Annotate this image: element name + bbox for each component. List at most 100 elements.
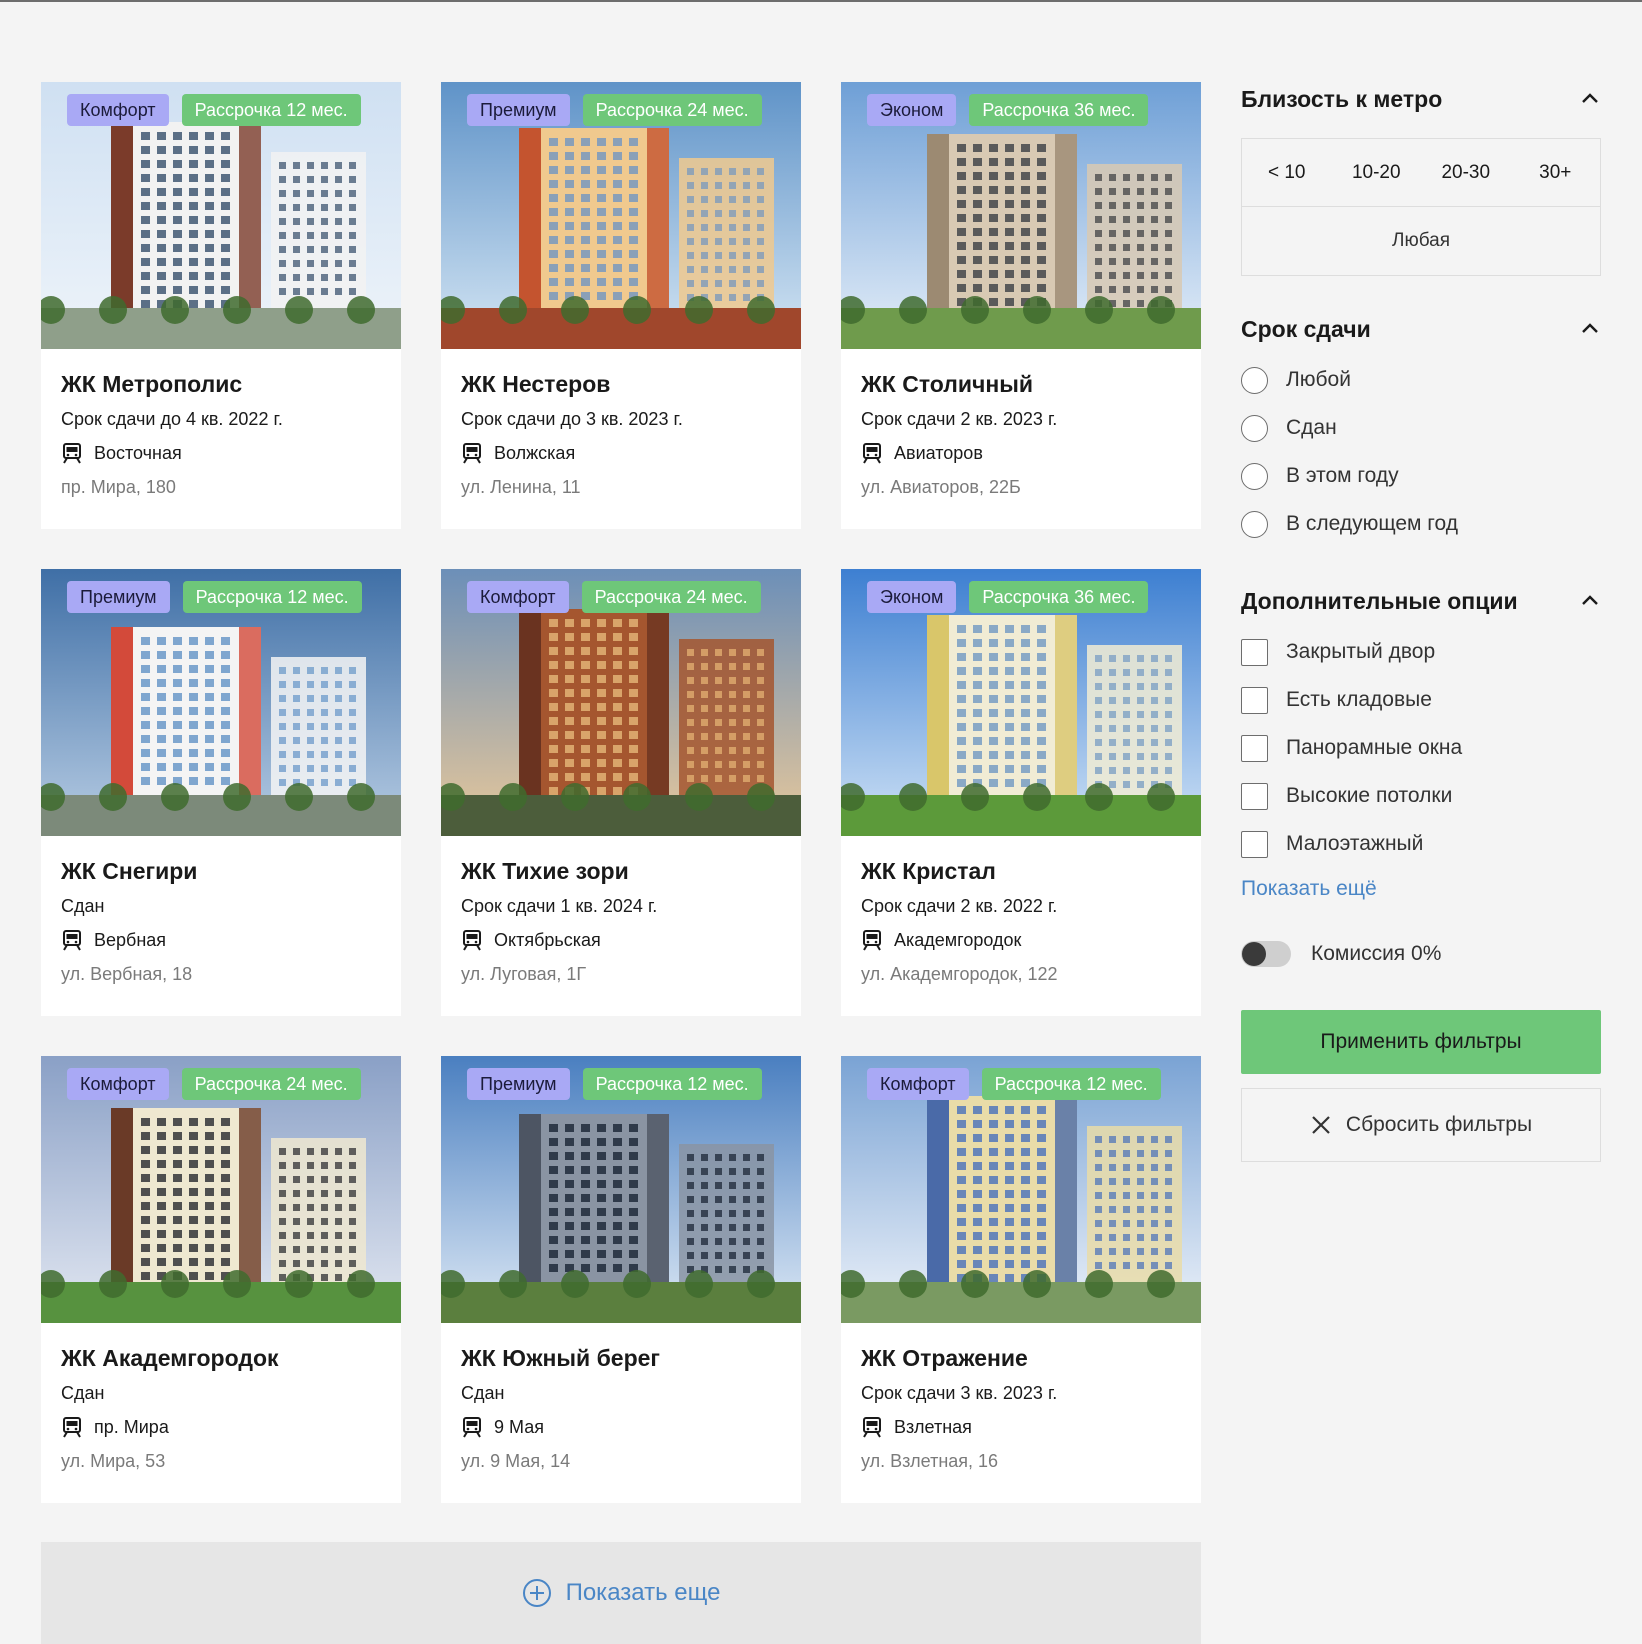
metro-option[interactable]: 30+ [1511, 139, 1601, 206]
metro-station: Октябрьская [494, 929, 601, 950]
checkbox-label: Панорамные окна [1286, 736, 1463, 759]
commission-label: Комиссия 0% [1311, 942, 1442, 965]
complex-card[interactable]: Премиум Рассрочка 24 мес. ЖК Нестеров Ср… [441, 82, 801, 529]
extra-checkbox[interactable]: Закрытый двор [1241, 628, 1601, 676]
complex-address: ул. Луговая, 1Г [461, 964, 587, 984]
extra-checkbox[interactable]: Малоэтажный [1241, 820, 1601, 868]
metro-option[interactable]: < 10 [1242, 139, 1332, 206]
deadline-filter-header[interactable]: Срок сдачи [1241, 312, 1601, 346]
metro-train-icon [461, 442, 483, 464]
complex-address: ул. Мира, 53 [61, 1451, 166, 1471]
metro-option-any[interactable]: Любая [1242, 207, 1600, 275]
extra-checkbox[interactable]: Есть кладовые [1241, 676, 1601, 724]
complex-title[interactable]: ЖК Академгородок [61, 1343, 381, 1373]
chevron-up-icon[interactable] [1579, 88, 1601, 110]
installment-badge: Рассрочка 24 мес. [181, 1068, 361, 1100]
complex-title[interactable]: ЖК Отражение [861, 1343, 1181, 1373]
metro-station: Вербная [94, 929, 167, 950]
class-badge: Эконом [867, 581, 957, 613]
commission-toggle[interactable] [1241, 941, 1291, 967]
extra-filter-title: Дополнительные опции [1241, 587, 1518, 614]
installment-badge: Рассрочка 12 мес. [981, 1068, 1161, 1100]
metro-option[interactable]: 10-20 [1332, 139, 1422, 206]
completion-date: Срок сдачи 1 кв. 2024 г. [461, 896, 658, 916]
checkbox[interactable] [1241, 830, 1268, 858]
class-badge: Премиум [467, 94, 570, 126]
chevron-up-icon[interactable] [1579, 318, 1601, 340]
checkbox-label: Высокие потолки [1286, 784, 1453, 807]
filters-sidebar: Близость к метро < 10 10-20 20-30 30+ Лю… [1241, 82, 1601, 1162]
extra-options: Закрытый двор Есть кладовые Панорамные о… [1241, 628, 1601, 868]
completion-date: Сдан [61, 1383, 105, 1403]
radio-button[interactable] [1241, 510, 1268, 538]
checkbox[interactable] [1241, 734, 1268, 762]
class-badge: Комфорт [867, 1068, 969, 1100]
complex-card[interactable]: Эконом Рассрочка 36 мес. ЖК Кристал Срок… [841, 569, 1201, 1016]
complex-card[interactable]: Комфорт Рассрочка 24 мес. ЖК Академгород… [41, 1056, 401, 1503]
radio-button[interactable] [1241, 366, 1268, 394]
complex-title[interactable]: ЖК Метрополис [61, 369, 381, 399]
complex-grid: Комфорт Рассрочка 12 мес. ЖК Метрополис … [41, 82, 1201, 1503]
metro-station: пр. Мира [94, 1416, 169, 1437]
metro-train-icon [861, 442, 883, 464]
complex-card[interactable]: Премиум Рассрочка 12 мес. ЖК Южный берег… [441, 1056, 801, 1503]
top-border [0, 0, 1642, 2]
complex-title[interactable]: ЖК Кристал [861, 856, 1181, 886]
metro-train-icon [61, 1416, 83, 1438]
complex-card[interactable]: Комфорт Рассрочка 12 мес. ЖК Метрополис … [41, 82, 401, 529]
extra-filter-header[interactable]: Дополнительные опции [1241, 584, 1601, 618]
checkbox-label: Закрытый двор [1286, 640, 1436, 663]
class-badge: Комфорт [467, 581, 569, 613]
extra-checkbox[interactable]: Панорамные окна [1241, 724, 1601, 772]
complex-title[interactable]: ЖК Снегири [61, 856, 381, 886]
metro-station: Авиаторов [894, 442, 983, 463]
complex-card[interactable]: Премиум Рассрочка 12 мес. ЖК Снегири Сда… [41, 569, 401, 1016]
deadline-radio[interactable]: В этом году [1241, 452, 1601, 500]
installment-badge: Рассрочка 36 мес. [969, 581, 1149, 613]
class-badge: Комфорт [67, 94, 169, 126]
deadline-radio[interactable]: Любой [1241, 356, 1601, 404]
metro-station: Волжская [494, 442, 576, 463]
show-more-button[interactable]: Показать еще [41, 1542, 1201, 1644]
installment-badge: Рассрочка 24 мес. [581, 581, 761, 613]
metro-train-icon [61, 929, 83, 951]
metro-filter-title: Близость к метро [1241, 85, 1443, 112]
complex-title[interactable]: ЖК Южный берег [461, 1343, 781, 1373]
deadline-radio[interactable]: В следующем год [1241, 500, 1601, 548]
radio-button[interactable] [1241, 414, 1268, 442]
metro-station: 9 Мая [494, 1416, 544, 1437]
complex-title[interactable]: ЖК Тихие зори [461, 856, 781, 886]
completion-date: Сдан [461, 1383, 505, 1403]
metro-train-icon [861, 1416, 883, 1438]
complex-title[interactable]: ЖК Нестеров [461, 369, 781, 399]
complex-address: ул. 9 Мая, 14 [461, 1451, 571, 1471]
reset-filters-button[interactable]: Сбросить фильтры [1241, 1088, 1601, 1162]
close-icon [1310, 1114, 1332, 1136]
show-more-options-link[interactable]: Показать ещё [1241, 874, 1601, 904]
completion-date: Срок сдачи до 3 кв. 2023 г. [461, 409, 683, 429]
metro-distance-selector: < 10 10-20 20-30 30+ Любая [1241, 138, 1601, 276]
checkbox-label: Есть кладовые [1286, 688, 1432, 711]
checkbox[interactable] [1241, 686, 1268, 714]
complex-card[interactable]: Комфорт Рассрочка 12 мес. ЖК Отражение С… [841, 1056, 1201, 1503]
class-badge: Эконом [867, 94, 957, 126]
radio-label: Любой [1286, 368, 1351, 391]
checkbox[interactable] [1241, 638, 1268, 666]
deadline-radio[interactable]: Сдан [1241, 404, 1601, 452]
installment-badge: Рассрочка 12 мес. [182, 581, 362, 613]
complex-card[interactable]: Эконом Рассрочка 36 мес. ЖК Столичный Ср… [841, 82, 1201, 529]
installment-badge: Рассрочка 24 мес. [582, 94, 762, 126]
extra-checkbox[interactable]: Высокие потолки [1241, 772, 1601, 820]
show-more-label: Показать еще [565, 1579, 721, 1606]
complex-title[interactable]: ЖК Столичный [861, 369, 1181, 399]
checkbox[interactable] [1241, 782, 1268, 810]
apply-filters-button[interactable]: Применить фильтры [1241, 1010, 1601, 1074]
completion-date: Срок сдачи 2 кв. 2023 г. [861, 409, 1058, 429]
metro-option[interactable]: 20-30 [1421, 139, 1511, 206]
radio-label: В этом году [1286, 464, 1399, 487]
installment-badge: Рассрочка 12 мес. [582, 1068, 762, 1100]
complex-card[interactable]: Комфорт Рассрочка 24 мес. ЖК Тихие зори … [441, 569, 801, 1016]
radio-button[interactable] [1241, 462, 1268, 490]
metro-filter-header[interactable]: Близость к метро [1241, 82, 1601, 116]
chevron-up-icon[interactable] [1579, 590, 1601, 612]
